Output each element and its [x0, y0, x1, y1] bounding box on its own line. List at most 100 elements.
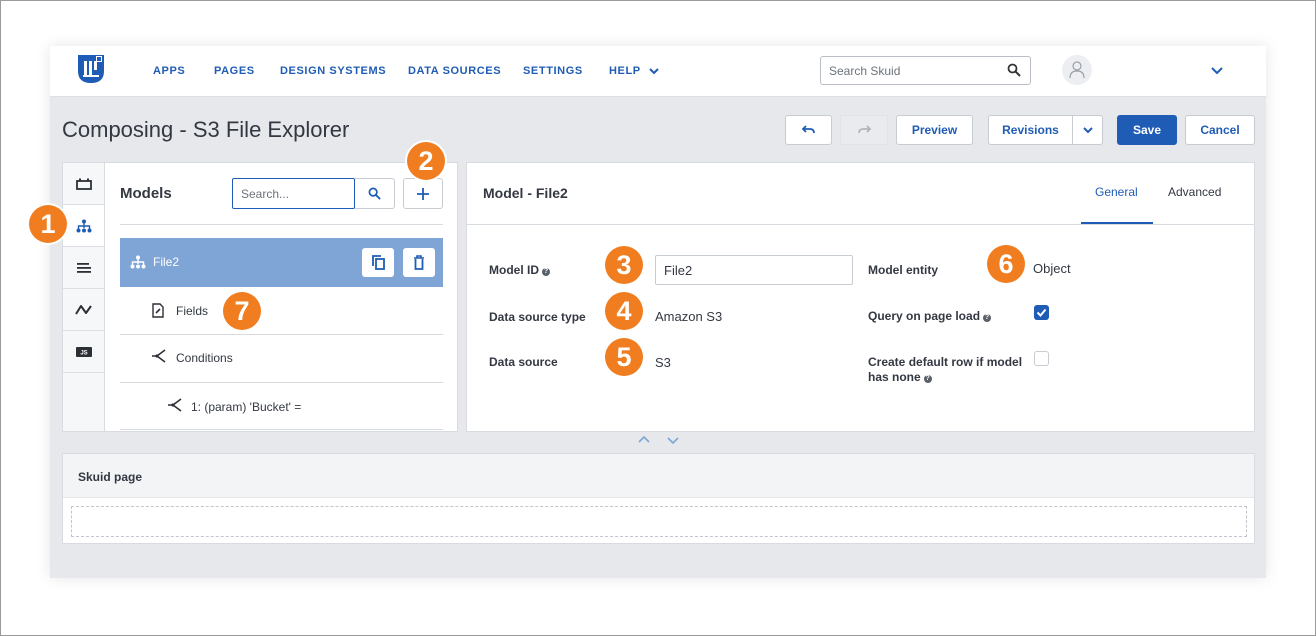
- tree-item-conditions[interactable]: Conditions: [176, 351, 233, 365]
- model-id-label-text: Model ID: [489, 263, 539, 277]
- undo-icon: [801, 125, 815, 134]
- redo-button[interactable]: [840, 115, 888, 145]
- callout-badge: 3: [605, 246, 643, 284]
- skuid-page-header: Skuid page: [63, 454, 1254, 498]
- data-source-value: S3: [655, 355, 671, 370]
- top-nav: APPS PAGES DESIGN SYSTEMS DATA SOURCES S…: [50, 46, 1266, 97]
- model-name: File2: [153, 255, 180, 269]
- condition-icon: [168, 398, 182, 412]
- query-on-load-checkbox[interactable]: [1034, 305, 1049, 320]
- delete-model-button[interactable]: [403, 248, 435, 277]
- clone-model-button[interactable]: [362, 248, 394, 277]
- tab-general[interactable]: General: [1095, 185, 1138, 199]
- redo-icon: [858, 125, 872, 134]
- copy-icon: [371, 255, 385, 270]
- create-default-row-label-line2: has none?: [868, 370, 932, 384]
- tree-item-condition[interactable]: 1: (param) 'Bucket' =: [191, 400, 301, 414]
- tab-advanced[interactable]: Advanced: [1168, 185, 1221, 199]
- revisions-button[interactable]: Revisions: [988, 115, 1073, 145]
- rail-components[interactable]: [63, 163, 104, 205]
- component-dropzone[interactable]: [71, 506, 1247, 537]
- models-icon: [130, 255, 146, 269]
- checkmark-icon: [1036, 308, 1047, 317]
- data-source-type-value: Amazon S3: [655, 309, 723, 324]
- revisions-dropdown-button[interactable]: [1072, 115, 1103, 145]
- skuid-page-title: Skuid page: [78, 470, 143, 484]
- chevron-down-icon[interactable]: [666, 435, 680, 445]
- rail-actions[interactable]: [63, 289, 104, 331]
- search-icon[interactable]: [1007, 63, 1022, 78]
- plus-icon: [417, 187, 429, 200]
- divider: [467, 224, 1254, 225]
- rail-models[interactable]: [63, 205, 104, 247]
- chevron-down-icon[interactable]: [648, 65, 660, 77]
- query-on-load-label-text: Query on page load: [868, 309, 981, 323]
- help-icon[interactable]: ?: [983, 314, 992, 322]
- page-title: Composing - S3 File Explorer: [62, 117, 350, 142]
- fields-icon: [152, 303, 164, 318]
- nav-design-systems[interactable]: DESIGN SYSTEMS: [280, 65, 386, 77]
- model-id-label: Model ID?: [489, 263, 550, 277]
- chevron-down-icon: [1082, 127, 1093, 134]
- nav-apps[interactable]: APPS: [153, 65, 185, 77]
- model-entity-label: Model entity: [868, 263, 939, 277]
- undo-button[interactable]: [785, 115, 832, 145]
- divider: [120, 429, 443, 430]
- model-search-button[interactable]: [355, 178, 395, 209]
- divider: [120, 382, 443, 383]
- add-model-button[interactable]: [403, 178, 443, 209]
- nav-data-sources[interactable]: DATA SOURCES: [408, 65, 501, 77]
- create-default-row-checkbox[interactable]: [1034, 351, 1049, 366]
- avatar[interactable]: [1062, 55, 1092, 85]
- search-icon: [368, 187, 381, 200]
- models-title: Models: [120, 185, 172, 202]
- svg-text:JS: JS: [80, 350, 87, 356]
- save-button[interactable]: Save: [1117, 115, 1177, 145]
- callout-badge: 5: [605, 338, 643, 376]
- rail-layers[interactable]: [63, 247, 104, 289]
- query-on-load-label: Query on page load?: [868, 309, 992, 323]
- model-entity-value: Object: [1033, 261, 1071, 276]
- callout-badge: 1: [29, 205, 67, 243]
- help-icon[interactable]: ?: [542, 268, 550, 276]
- model-search-input[interactable]: [233, 179, 348, 208]
- rail-javascript[interactable]: JS: [63, 331, 104, 373]
- divider: [120, 224, 443, 225]
- user-menu-chevron-icon[interactable]: [1210, 65, 1224, 77]
- global-search-input[interactable]: [821, 57, 991, 84]
- model-row-file2[interactable]: File2: [120, 238, 443, 287]
- actions-icon: [74, 304, 92, 315]
- skuid-page-canvas: Skuid page: [62, 453, 1255, 544]
- global-search: [820, 56, 1031, 85]
- javascript-icon: JS: [75, 346, 92, 357]
- help-icon[interactable]: ?: [923, 375, 932, 383]
- cancel-button[interactable]: Cancel: [1185, 115, 1255, 145]
- preview-button[interactable]: Preview: [896, 115, 973, 145]
- callout-badge: 4: [605, 292, 643, 330]
- models-panel: JS Models Search... File2 Fields Conditi…: [62, 162, 458, 432]
- nav-settings[interactable]: SETTINGS: [523, 65, 583, 77]
- divider: [120, 334, 443, 335]
- skuid-logo[interactable]: [74, 53, 108, 85]
- conditions-icon: [152, 349, 166, 363]
- create-default-row-label: Create default row if model: [868, 355, 1023, 369]
- callout-badge: 7: [223, 292, 261, 330]
- list-icon: [76, 262, 91, 273]
- models-icon: [76, 219, 91, 232]
- callout-badge: 6: [987, 245, 1025, 283]
- model-id-input[interactable]: [655, 255, 853, 285]
- data-source-label: Data source: [489, 355, 558, 369]
- callout-badge: 2: [407, 142, 445, 180]
- user-icon: [1069, 61, 1085, 79]
- data-source-type-label: Data source type: [489, 310, 586, 324]
- builder-icon-rail: JS: [63, 163, 105, 431]
- create-default-row-label-text: has none: [868, 370, 921, 384]
- tree-item-fields[interactable]: Fields: [176, 304, 208, 318]
- model-search: [232, 178, 355, 209]
- chevron-up-icon[interactable]: [637, 435, 651, 445]
- component-icon: [75, 178, 92, 190]
- model-properties-title: Model - File2: [483, 185, 568, 201]
- model-properties-panel: Model - File2 General Advanced Model ID?…: [466, 162, 1255, 432]
- nav-help[interactable]: HELP: [609, 65, 641, 77]
- nav-pages[interactable]: PAGES: [214, 65, 255, 77]
